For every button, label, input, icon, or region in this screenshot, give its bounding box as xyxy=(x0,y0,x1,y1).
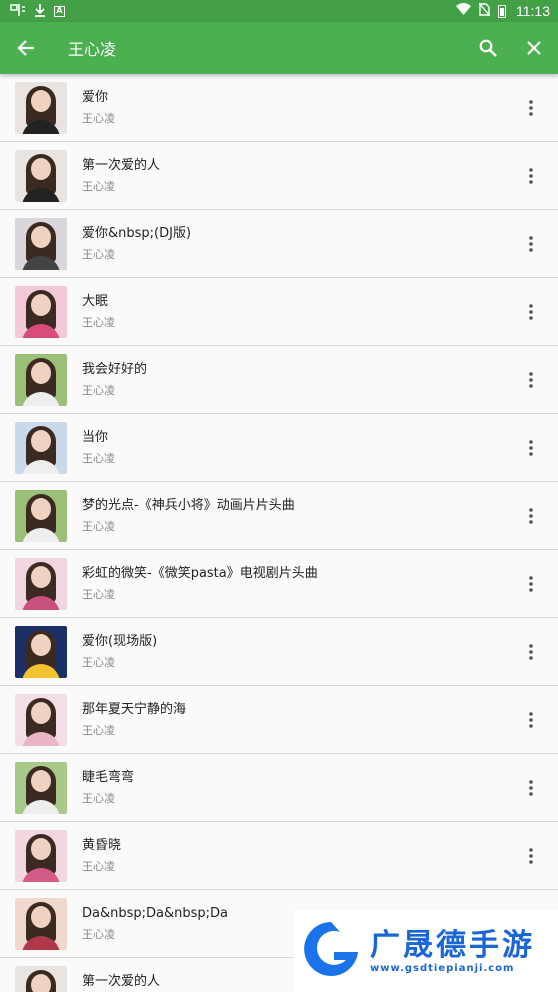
no-sim-icon xyxy=(478,2,491,20)
more-vert-icon[interactable] xyxy=(504,482,558,550)
more-vert-icon[interactable] xyxy=(504,822,558,890)
wifi-icon xyxy=(456,3,471,19)
album-cover-image xyxy=(15,557,67,610)
song-artist: 王心凌 xyxy=(82,180,115,193)
album-cover-image xyxy=(15,353,67,406)
album-cover-image xyxy=(15,489,67,542)
song-title: 爱你&nbsp;(DJ版) xyxy=(82,226,192,241)
album-cover-image xyxy=(15,217,67,270)
song-title: 梦的光点-《神兵小将》动画片片头曲 xyxy=(82,498,295,513)
song-artist: 王心凌 xyxy=(82,112,115,125)
song-title: 当你 xyxy=(82,430,109,445)
search-icon[interactable] xyxy=(465,22,511,74)
album-cover-image xyxy=(15,897,67,950)
album-cover-image xyxy=(15,965,67,992)
song-row[interactable]: 睫毛弯弯 王心凌 xyxy=(0,754,558,822)
song-artist: 王心凌 xyxy=(82,452,115,465)
toolbar: 王心凌 xyxy=(0,22,558,74)
album-cover-image xyxy=(15,625,67,678)
more-vert-icon[interactable] xyxy=(504,686,558,754)
song-title: 那年夏天宁静的海 xyxy=(82,702,187,717)
song-row[interactable]: 爱你(现场版) 王心凌 xyxy=(0,618,558,686)
more-vert-icon[interactable] xyxy=(504,210,558,278)
song-row[interactable]: 第一次爱的人王心凌 xyxy=(0,142,558,210)
more-vert-icon[interactable] xyxy=(504,74,558,142)
page-title: 王心凌 xyxy=(68,40,117,59)
more-vert-icon[interactable] xyxy=(504,550,558,618)
watermark-url: www.gsdtiepianji.com xyxy=(370,962,515,974)
watermark: 广晟德手游 www.gsdtiepianji.com xyxy=(294,910,558,992)
watermark-logo-icon xyxy=(300,918,362,984)
song-title: 大眠 xyxy=(82,294,109,309)
text-box-icon: A xyxy=(54,5,65,17)
song-row[interactable]: 黄昏晓 王心凌 xyxy=(0,822,558,890)
song-row[interactable]: 那年夏天宁静的海 王心凌 xyxy=(0,686,558,754)
close-icon[interactable] xyxy=(511,22,557,74)
song-row[interactable]: 我会好好的 王心凌 xyxy=(0,346,558,414)
song-artist: 王心凌 xyxy=(82,316,115,329)
song-title: 黄昏晓 xyxy=(82,838,122,853)
album-cover-image xyxy=(15,829,67,882)
song-artist: 王心凌 xyxy=(82,520,115,533)
album-cover-image xyxy=(15,285,67,338)
album-cover-image xyxy=(15,149,67,202)
song-title: 我会好好的 xyxy=(82,362,148,377)
song-artist: 王心凌 xyxy=(82,860,115,873)
status-bar: A 11:13 xyxy=(0,0,558,22)
song-row[interactable]: 爱你 王心凌 xyxy=(0,74,558,142)
song-artist: 王心凌 xyxy=(82,656,115,669)
more-vert-icon[interactable] xyxy=(504,414,558,482)
song-row[interactable]: 大眠 王心凌 xyxy=(0,278,558,346)
battery-icon xyxy=(498,4,506,18)
song-row[interactable]: 爱你&nbsp;(DJ版) 王心凌 xyxy=(0,210,558,278)
song-list: 爱你 王心凌 第一次爱的人 王心凌 爱你&nbsp;(DJ版) 王心凌 大眠 王心凌 我会好好的… xyxy=(0,74,558,992)
download-icon xyxy=(34,3,46,20)
watermark-name: 广晟德手游 xyxy=(370,927,535,963)
album-cover-image xyxy=(15,693,67,746)
status-time: 11:13 xyxy=(516,3,550,19)
arrow-back-icon[interactable] xyxy=(0,22,52,74)
song-artist: 王心凌 xyxy=(82,248,115,261)
album-cover-image xyxy=(15,761,67,814)
more-vert-icon[interactable] xyxy=(504,754,558,822)
song-artist: 王心凌 xyxy=(82,384,115,397)
song-artist: 王心凌 xyxy=(82,588,115,601)
song-title: 爱你(现场版) xyxy=(82,634,158,649)
notification-icon xyxy=(10,3,26,20)
song-artist: 王心凌 xyxy=(82,792,115,805)
song-title: 爱你 xyxy=(82,90,109,105)
more-vert-icon[interactable] xyxy=(504,618,558,686)
song-title: 睫毛弯弯 xyxy=(82,770,135,785)
song-row[interactable]: 梦的光点-《神兵小将》动画片片头曲 王心凌 xyxy=(0,482,558,550)
album-cover-image xyxy=(15,421,67,474)
album-cover-image xyxy=(15,81,67,134)
song-title: 彩虹的微笑-《微笑pasta》电视剧片头曲 xyxy=(82,566,318,581)
more-vert-icon[interactable] xyxy=(504,346,558,414)
song-artist: 王心凌 xyxy=(82,724,115,737)
song-row[interactable]: 彩虹的微笑-《微笑pasta》电视剧片头曲 王心凌 xyxy=(0,550,558,618)
song-title: 第一次爱的人 xyxy=(82,158,161,173)
more-vert-icon[interactable] xyxy=(504,142,558,210)
song-row[interactable]: 当你 王心凌 xyxy=(0,414,558,482)
more-vert-icon[interactable] xyxy=(504,278,558,346)
